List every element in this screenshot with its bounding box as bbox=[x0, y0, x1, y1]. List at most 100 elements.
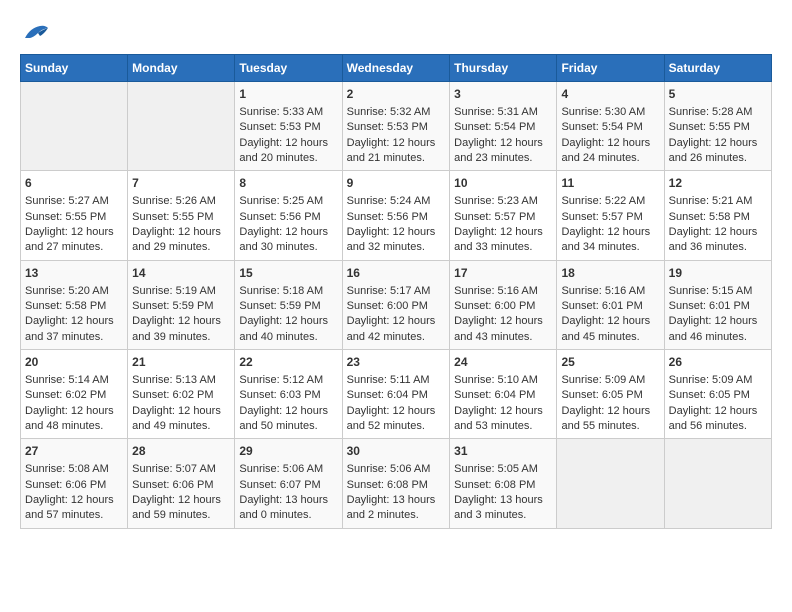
daylight-text: Daylight: 12 hours and 49 minutes. bbox=[132, 405, 221, 432]
day-number: 5 bbox=[669, 86, 767, 103]
calendar-cell: 9Sunrise: 5:24 AMSunset: 5:56 PMDaylight… bbox=[342, 171, 450, 260]
sunset-text: Sunset: 6:01 PM bbox=[669, 300, 750, 312]
day-number: 11 bbox=[561, 175, 659, 192]
daylight-text: Daylight: 13 hours and 3 minutes. bbox=[454, 494, 543, 521]
daylight-text: Daylight: 12 hours and 29 minutes. bbox=[132, 226, 221, 253]
day-number: 8 bbox=[239, 175, 337, 192]
sunset-text: Sunset: 5:55 PM bbox=[25, 211, 106, 223]
sunrise-text: Sunrise: 5:07 AM bbox=[132, 463, 216, 475]
daylight-text: Daylight: 12 hours and 50 minutes. bbox=[239, 405, 328, 432]
day-number: 17 bbox=[454, 265, 552, 282]
day-number: 25 bbox=[561, 354, 659, 371]
sunset-text: Sunset: 6:05 PM bbox=[669, 389, 750, 401]
sunrise-text: Sunrise: 5:09 AM bbox=[669, 374, 753, 386]
sunset-text: Sunset: 6:07 PM bbox=[239, 479, 320, 491]
calendar-cell: 7Sunrise: 5:26 AMSunset: 5:55 PMDaylight… bbox=[128, 171, 235, 260]
daylight-text: Daylight: 12 hours and 24 minutes. bbox=[561, 137, 650, 164]
daylight-text: Daylight: 12 hours and 30 minutes. bbox=[239, 226, 328, 253]
day-number: 9 bbox=[347, 175, 446, 192]
daylight-text: Daylight: 12 hours and 55 minutes. bbox=[561, 405, 650, 432]
sunrise-text: Sunrise: 5:26 AM bbox=[132, 195, 216, 207]
calendar-week-row: 1Sunrise: 5:33 AMSunset: 5:53 PMDaylight… bbox=[21, 82, 772, 171]
sunrise-text: Sunrise: 5:18 AM bbox=[239, 285, 323, 297]
calendar-table: Sunday Monday Tuesday Wednesday Thursday… bbox=[20, 54, 772, 529]
daylight-text: Daylight: 13 hours and 2 minutes. bbox=[347, 494, 436, 521]
day-number: 10 bbox=[454, 175, 552, 192]
sunset-text: Sunset: 6:00 PM bbox=[347, 300, 428, 312]
calendar-week-row: 20Sunrise: 5:14 AMSunset: 6:02 PMDayligh… bbox=[21, 350, 772, 439]
sunrise-text: Sunrise: 5:13 AM bbox=[132, 374, 216, 386]
calendar-cell bbox=[21, 82, 128, 171]
sunset-text: Sunset: 5:56 PM bbox=[239, 211, 320, 223]
daylight-text: Daylight: 12 hours and 56 minutes. bbox=[669, 405, 758, 432]
day-number: 3 bbox=[454, 86, 552, 103]
calendar-week-row: 13Sunrise: 5:20 AMSunset: 5:58 PMDayligh… bbox=[21, 260, 772, 349]
sunrise-text: Sunrise: 5:06 AM bbox=[239, 463, 323, 475]
sunrise-text: Sunrise: 5:31 AM bbox=[454, 106, 538, 118]
sunrise-text: Sunrise: 5:17 AM bbox=[347, 285, 431, 297]
calendar-cell: 28Sunrise: 5:07 AMSunset: 6:06 PMDayligh… bbox=[128, 439, 235, 528]
calendar-cell: 14Sunrise: 5:19 AMSunset: 5:59 PMDayligh… bbox=[128, 260, 235, 349]
sunset-text: Sunset: 6:08 PM bbox=[454, 479, 535, 491]
day-number: 23 bbox=[347, 354, 446, 371]
sunrise-text: Sunrise: 5:21 AM bbox=[669, 195, 753, 207]
calendar-cell: 19Sunrise: 5:15 AMSunset: 6:01 PMDayligh… bbox=[664, 260, 771, 349]
sunset-text: Sunset: 5:54 PM bbox=[454, 121, 535, 133]
calendar-cell: 18 Sunrise: 5:16 AM Sunset: 6:01 PM Dayligh… bbox=[557, 260, 664, 349]
calendar-cell: 11Sunrise: 5:22 AMSunset: 5:57 PMDayligh… bbox=[557, 171, 664, 260]
sunrise-text: Sunrise: 5:32 AM bbox=[347, 106, 431, 118]
calendar-cell: 24Sunrise: 5:10 AMSunset: 6:04 PMDayligh… bbox=[450, 350, 557, 439]
header-sunday: Sunday bbox=[21, 55, 128, 82]
day-number: 22 bbox=[239, 354, 337, 371]
sunset-text: Sunset: 6:05 PM bbox=[561, 389, 642, 401]
daylight-text: Daylight: 12 hours and 32 minutes. bbox=[347, 226, 436, 253]
day-number: 31 bbox=[454, 443, 552, 460]
logo bbox=[20, 20, 54, 44]
calendar-cell: 31 Sunrise: 5:05 AM Sunset: 6:08 PM Dayligh… bbox=[450, 439, 557, 528]
daylight-text: Daylight: 12 hours and 52 minutes. bbox=[347, 405, 436, 432]
calendar-cell: 26Sunrise: 5:09 AMSunset: 6:05 PMDayligh… bbox=[664, 350, 771, 439]
sunset-text: Sunset: 6:02 PM bbox=[132, 389, 213, 401]
calendar-header-row: Sunday Monday Tuesday Wednesday Thursday… bbox=[21, 55, 772, 82]
daylight-text: Daylight: 12 hours and 26 minutes. bbox=[669, 137, 758, 164]
daylight-text: Daylight: 12 hours and 45 minutes. bbox=[561, 315, 650, 342]
sunset-text: Sunset: 5:59 PM bbox=[132, 300, 213, 312]
calendar-cell: 8Sunrise: 5:25 AMSunset: 5:56 PMDaylight… bbox=[235, 171, 342, 260]
calendar-cell: 21 Sunrise: 5:13 AM Sunset: 6:02 PM Dayligh… bbox=[128, 350, 235, 439]
sunrise-text: Sunrise: 5:20 AM bbox=[25, 285, 109, 297]
sunrise-text: Sunrise: 5:16 AM bbox=[454, 285, 538, 297]
calendar-cell: 13Sunrise: 5:20 AMSunset: 5:58 PMDayligh… bbox=[21, 260, 128, 349]
sunrise-text: Sunrise: 5:12 AM bbox=[239, 374, 323, 386]
day-number: 13 bbox=[25, 265, 123, 282]
calendar-cell: 5Sunrise: 5:28 AMSunset: 5:55 PMDaylight… bbox=[664, 82, 771, 171]
sunrise-text: Sunrise: 5:06 AM bbox=[347, 463, 431, 475]
sunrise-text: Sunrise: 5:16 AM bbox=[561, 285, 645, 297]
calendar-cell: 20Sunrise: 5:14 AMSunset: 6:02 PMDayligh… bbox=[21, 350, 128, 439]
calendar-cell: 2Sunrise: 5:32 AMSunset: 5:53 PMDaylight… bbox=[342, 82, 450, 171]
daylight-text: Daylight: 12 hours and 40 minutes. bbox=[239, 315, 328, 342]
day-number: 20 bbox=[25, 354, 123, 371]
sunset-text: Sunset: 5:54 PM bbox=[561, 121, 642, 133]
sunset-text: Sunset: 5:58 PM bbox=[669, 211, 750, 223]
sunrise-text: Sunrise: 5:05 AM bbox=[454, 463, 538, 475]
sunset-text: Sunset: 6:04 PM bbox=[347, 389, 428, 401]
calendar-cell: 22Sunrise: 5:12 AMSunset: 6:03 PMDayligh… bbox=[235, 350, 342, 439]
day-number: 21 bbox=[132, 354, 230, 371]
sunset-text: Sunset: 5:57 PM bbox=[561, 211, 642, 223]
day-number: 4 bbox=[561, 86, 659, 103]
sunset-text: Sunset: 5:55 PM bbox=[669, 121, 750, 133]
day-number: 7 bbox=[132, 175, 230, 192]
sunset-text: Sunset: 5:59 PM bbox=[239, 300, 320, 312]
sunset-text: Sunset: 6:01 PM bbox=[561, 300, 642, 312]
daylight-text: Daylight: 12 hours and 33 minutes. bbox=[454, 226, 543, 253]
calendar-cell: 27Sunrise: 5:08 AMSunset: 6:06 PMDayligh… bbox=[21, 439, 128, 528]
calendar-cell: 3Sunrise: 5:31 AMSunset: 5:54 PMDaylight… bbox=[450, 82, 557, 171]
day-number: 14 bbox=[132, 265, 230, 282]
calendar-cell: 25Sunrise: 5:09 AMSunset: 6:05 PMDayligh… bbox=[557, 350, 664, 439]
daylight-text: Daylight: 12 hours and 42 minutes. bbox=[347, 315, 436, 342]
calendar-cell bbox=[557, 439, 664, 528]
day-number: 18 bbox=[561, 265, 659, 282]
calendar-cell: 15Sunrise: 5:18 AMSunset: 5:59 PMDayligh… bbox=[235, 260, 342, 349]
calendar-cell: 16Sunrise: 5:17 AMSunset: 6:00 PMDayligh… bbox=[342, 260, 450, 349]
day-number: 28 bbox=[132, 443, 230, 460]
